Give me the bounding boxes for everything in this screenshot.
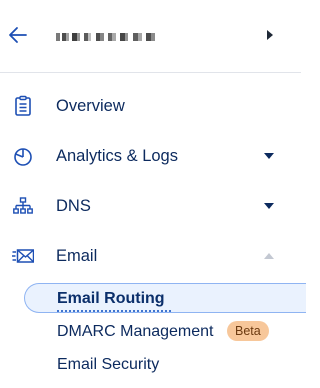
sidebar-item-analytics-logs[interactable]: Analytics & Logs — [0, 136, 301, 176]
sidebar-subitem-label: DMARC Management — [57, 323, 214, 340]
account-name[interactable] — [54, 30, 164, 44]
sidebar-item-dns[interactable]: DNS — [0, 186, 301, 226]
email-icon — [12, 249, 34, 263]
active-underline — [57, 310, 171, 312]
network-tree-icon — [13, 197, 33, 214]
sidebar-subitem-email-routing[interactable]: Email Routing — [24, 283, 306, 313]
sidebar-header — [0, 0, 301, 73]
redacted-account-name — [54, 30, 160, 44]
beta-badge: Beta — [227, 321, 269, 341]
sidebar: Overview Analytics & Logs DNS Email Emai… — [0, 0, 306, 388]
arrow-left-icon[interactable] — [6, 24, 28, 46]
sidebar-item-label: DNS — [56, 197, 91, 215]
sidebar-subitem-label: Email Routing — [57, 290, 165, 307]
sidebar-item-email[interactable]: Email — [0, 236, 301, 276]
sidebar-subitem-dmarc-management[interactable]: DMARC Management Beta — [24, 316, 284, 346]
sidebar-item-label: Overview — [56, 97, 125, 115]
caret-down-icon — [264, 153, 274, 159]
clipboard-icon — [15, 95, 31, 116]
sidebar-item-overview[interactable]: Overview — [0, 86, 301, 126]
chevron-right-icon[interactable] — [265, 29, 275, 41]
caret-up-icon — [264, 253, 274, 259]
caret-down-icon — [264, 203, 274, 209]
sidebar-subitem-email-security[interactable]: Email Security — [24, 349, 224, 379]
sidebar-item-label: Email — [56, 247, 98, 265]
pie-chart-icon — [14, 148, 32, 166]
sidebar-subitem-label: Email Security — [57, 356, 160, 373]
sidebar-item-label: Analytics & Logs — [56, 147, 178, 165]
